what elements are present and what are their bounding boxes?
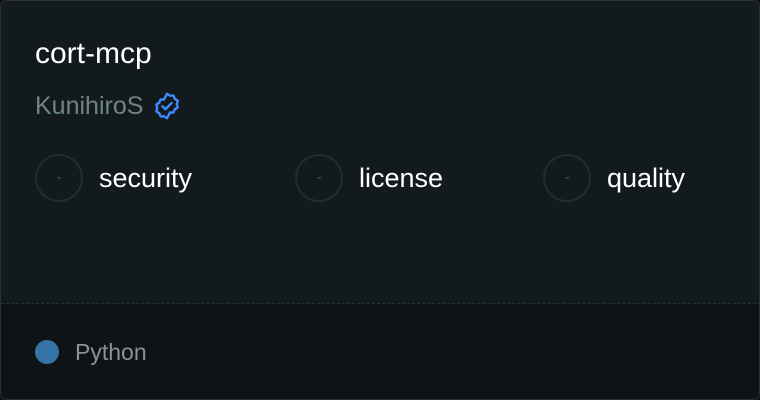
quality-score[interactable]: - quality <box>543 154 685 202</box>
license-score[interactable]: - license <box>295 154 443 202</box>
security-score-badge: - <box>35 154 83 202</box>
license-score-label: license <box>359 162 444 193</box>
security-score[interactable]: - security <box>35 154 192 202</box>
license-score-badge: - <box>295 154 343 202</box>
repository-card[interactable]: cort-mcp KunihiroS - security - license … <box>0 0 760 400</box>
language-name: Python <box>75 338 147 365</box>
quality-score-badge: - <box>543 154 591 202</box>
security-score-label: security <box>99 162 193 193</box>
repo-name[interactable]: cort-mcp <box>35 35 152 73</box>
language-indicator: Python <box>35 338 147 365</box>
quality-score-label: quality <box>607 162 686 193</box>
owner-row: KunihiroS <box>35 89 182 123</box>
owner-name[interactable]: KunihiroS <box>35 92 143 121</box>
language-color-dot <box>35 340 59 364</box>
card-footer: Python <box>1 303 759 399</box>
verified-badge-icon <box>152 91 182 121</box>
